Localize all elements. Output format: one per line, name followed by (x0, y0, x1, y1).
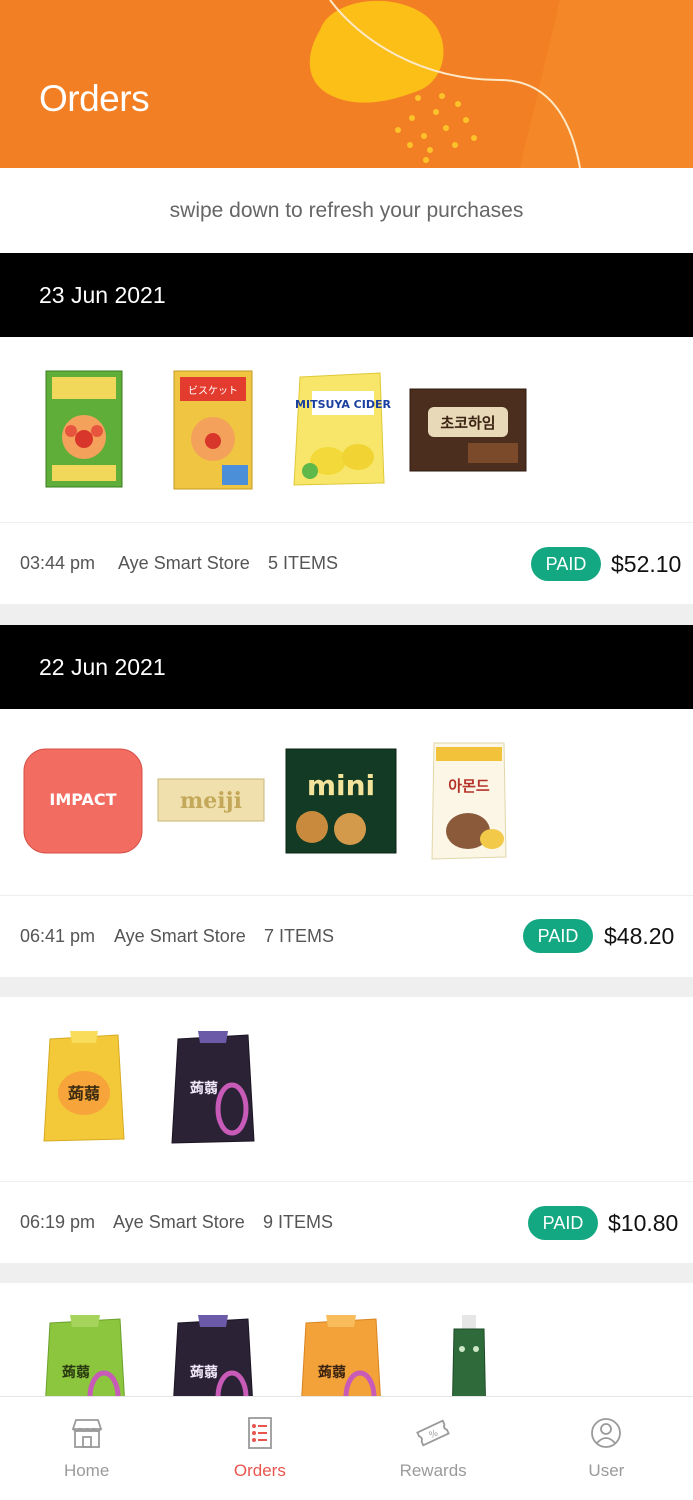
order-summary-row[interactable]: 06:19 pm Aye Smart Store 9 ITEMS PAID $1… (0, 1181, 693, 1263)
product-thumbnail: meiji (157, 778, 265, 822)
divider (0, 1263, 693, 1283)
product-thumbnail: 蒟蒻 (171, 1031, 255, 1144)
product-thumbnail: 蒟蒻 (173, 1315, 253, 1396)
order-total: $48.20 (604, 923, 675, 949)
order-total: $52.10 (611, 551, 682, 577)
product-thumbnail (452, 1315, 486, 1396)
refresh-hint: swipe down to refresh your purchases (169, 198, 524, 222)
order-total: $10.80 (608, 1210, 679, 1236)
divider (0, 604, 693, 625)
paid-badge: PAID (523, 919, 593, 953)
nav-home[interactable]: Home (0, 1397, 173, 1500)
product-thumbnail-text: 蒟蒻 (190, 1364, 218, 1381)
product-label: IMPACT (49, 790, 116, 809)
product-thumbnail: 아몬드 (431, 742, 507, 860)
product-label: mini (307, 769, 375, 802)
order-time: 06:41 pm (20, 926, 96, 946)
product-label: meiji (180, 788, 242, 814)
store-name: Aye Smart Store (113, 1212, 245, 1232)
ticket-icon: % (416, 1419, 450, 1447)
product-thumbnail: IMPACT (23, 748, 143, 854)
divider (0, 977, 693, 997)
product-thumbnail: mini (285, 748, 397, 854)
order-products[interactable]: 蒟蒻 蒟蒻 (0, 997, 693, 1181)
item-count: 5 ITEMS (268, 553, 339, 573)
item-count: 9 ITEMS (263, 1212, 334, 1232)
nav-label: User (588, 1461, 625, 1480)
product-thumbnail: 초코하임 (409, 388, 527, 472)
nav-label: Home (63, 1461, 110, 1480)
order-summary-row[interactable]: 06:41 pm Aye Smart Store 7 ITEMS PAID $4… (0, 895, 693, 977)
order-products[interactable]: 蒟蒻 蒟蒻 蒟蒻 (0, 1283, 693, 1396)
nav-label: Rewards (399, 1461, 467, 1480)
order-time: 03:44 pm (20, 553, 96, 573)
order-summary-row[interactable]: 03:44 pm Aye Smart Store 5 ITEMS PAID $5… (0, 522, 693, 604)
paid-badge: PAID (528, 1206, 598, 1240)
nav-user[interactable]: User (520, 1397, 693, 1500)
order-products[interactable]: IMPACT meiji mini 아몬드 (0, 709, 693, 895)
receipt-icon (247, 1417, 272, 1449)
nav-label: Orders (233, 1461, 286, 1480)
product-thumbnail: ビスケット (173, 370, 253, 490)
nav-orders[interactable]: Orders (173, 1397, 346, 1500)
order-time: 06:19 pm (20, 1212, 96, 1232)
product-label: MITSUYA CIDER (295, 398, 391, 411)
product-thumbnail-text: 蒟蒻 (62, 1364, 90, 1381)
paid-badge: PAID (531, 547, 601, 581)
product-thumbnail: 蒟蒻 (301, 1315, 381, 1396)
store-name: Aye Smart Store (118, 553, 250, 573)
bottom-navigation: Home Orders % Rewards User (0, 1396, 693, 1500)
product-thumbnail: 蒟蒻 (45, 1315, 125, 1396)
nav-rewards[interactable]: % Rewards (347, 1397, 520, 1500)
product-thumbnail-text: 蒟蒻 (190, 1080, 218, 1097)
item-count: 7 ITEMS (264, 926, 335, 946)
page-title: Orders (39, 78, 150, 119)
order-products[interactable]: ビスケット MITSUYA CIDER 초코하임 (0, 337, 693, 522)
product-label: 초코하임 (440, 414, 495, 432)
product-label: 아몬드 (448, 777, 490, 795)
product-thumbnail: 蒟蒻 (43, 1031, 125, 1142)
header: Orders (0, 0, 693, 168)
store-icon (71, 1419, 102, 1448)
product-thumbnail-text: 蒟蒻 (318, 1364, 346, 1381)
product-thumbnail-text: 蒟蒻 (68, 1084, 100, 1103)
product-label: ビスケット (188, 385, 238, 397)
product-thumbnail (45, 370, 123, 488)
svg-text:%: % (428, 1428, 440, 1441)
store-name: Aye Smart Store (114, 926, 246, 946)
order-date-header: 23 Jun 2021 (0, 253, 693, 337)
order-date-header: 22 Jun 2021 (0, 625, 693, 709)
user-icon (591, 1418, 622, 1448)
product-thumbnail: MITSUYA CIDER (293, 372, 391, 486)
